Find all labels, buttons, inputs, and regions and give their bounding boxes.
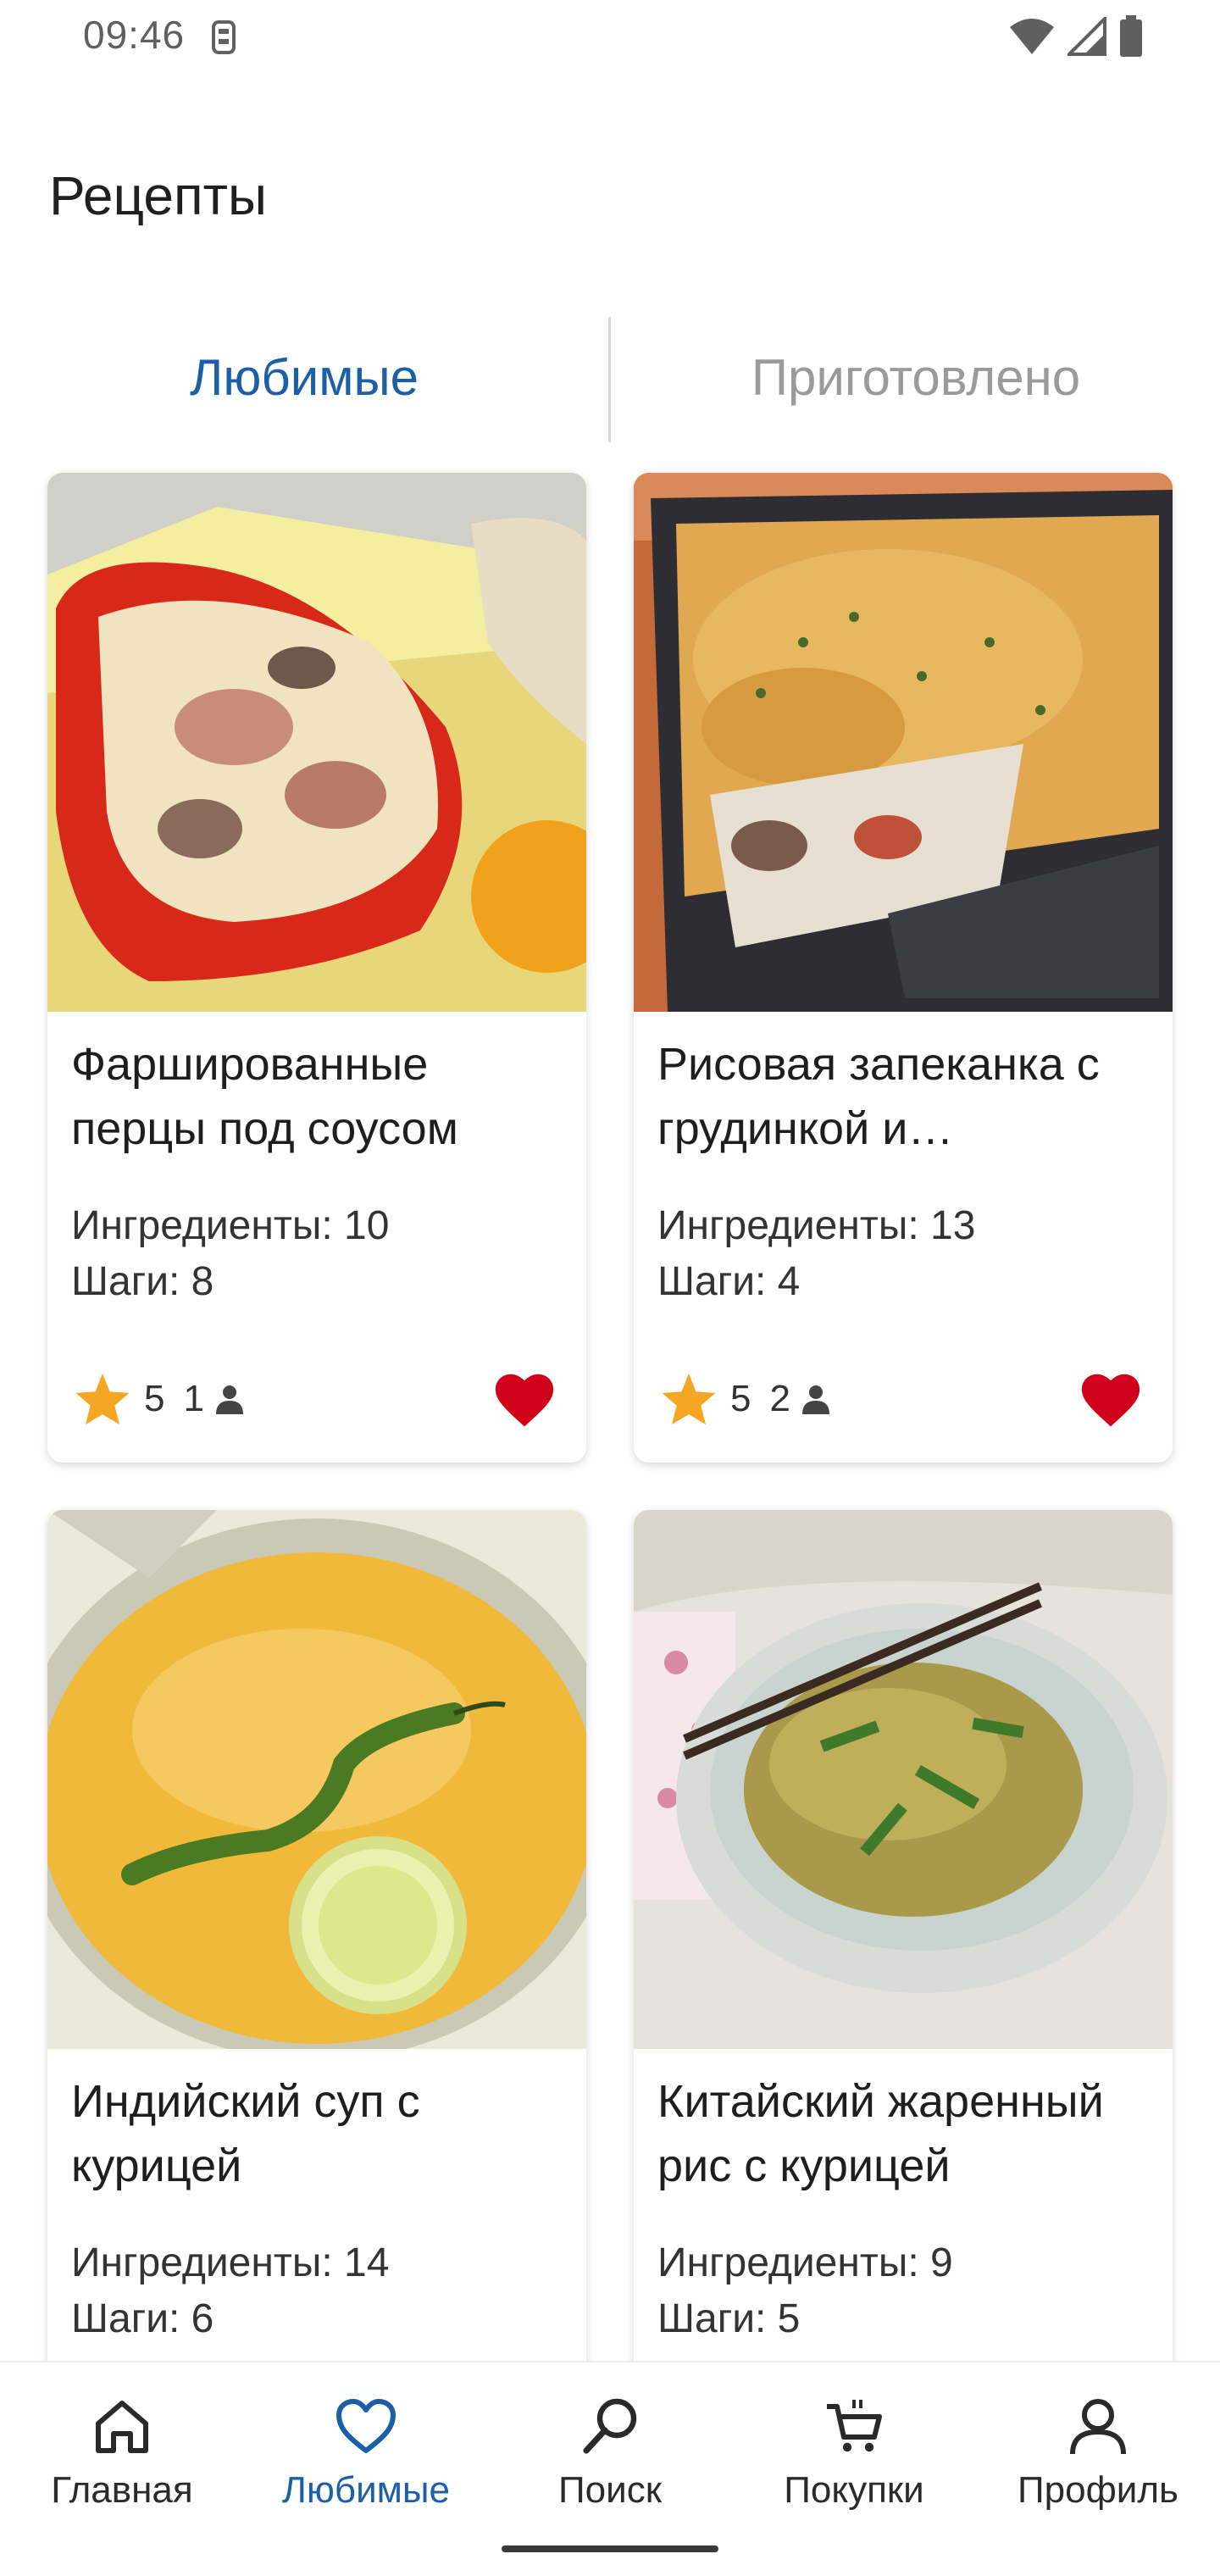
fried-rice-image (634, 1510, 1173, 2049)
recipe-ingredients: Ингредиенты: 13 (657, 1203, 976, 1248)
recipe-image[interactable] (634, 473, 1173, 1012)
signal-icon (1068, 17, 1106, 56)
nav-home[interactable]: Главная (0, 2393, 244, 2512)
favorite-heart-icon[interactable] (1078, 1368, 1144, 1430)
rating-value: 5 (730, 1378, 751, 1419)
wifi-icon (1010, 19, 1054, 54)
indian-soup-image (47, 1510, 586, 2049)
nav-profile[interactable]: Профиль (976, 2393, 1220, 2512)
sim-icon (212, 20, 236, 54)
home-icon (96, 2401, 148, 2453)
recipe-steps: Шаги: 8 (71, 1259, 214, 1304)
recipe-steps: Шаги: 4 (657, 1259, 801, 1304)
status-icons (1008, 15, 1144, 58)
nav-label: Профиль (1018, 2469, 1178, 2511)
stuffed-peppers-image (47, 473, 586, 1012)
search-icon (583, 2398, 637, 2454)
recipe-title: Индийский суп с курицей (71, 2076, 420, 2191)
favorite-heart-icon[interactable] (491, 1368, 557, 1430)
nav-shopping[interactable]: Покупки (732, 2393, 976, 2512)
cooks: 1 (183, 1378, 246, 1420)
nav-label: Главная (51, 2469, 193, 2511)
recipe-title: Китайский жаренный рис с курицей (657, 2076, 1104, 2191)
recipe-ingredients: Ингредиенты: 9 (657, 2240, 953, 2285)
star-icon (75, 1373, 130, 1425)
rating: 5 (659, 1371, 751, 1427)
home-indicator[interactable] (502, 2545, 718, 2552)
nav-favorites[interactable]: Любимые (244, 2393, 488, 2512)
cooks-count: 1 (183, 1378, 204, 1419)
tab-divider (608, 317, 611, 442)
heart-icon (336, 2399, 396, 2453)
recipe-image[interactable] (47, 473, 586, 1012)
recipe-ingredients: Ингредиенты: 10 (71, 1203, 390, 1248)
recipe-card[interactable]: Рисовая запеканка с грудинкой и помидора… (634, 473, 1173, 1463)
bottom-nav: Главная Любимые Поиск Покупки Профиль (0, 2361, 1220, 2576)
recipe-steps: Шаги: 6 (71, 2296, 214, 2341)
recipe-card[interactable]: Индийский суп с курицей Ингредиенты: 14 … (47, 1510, 586, 2500)
nav-label: Поиск (558, 2469, 662, 2511)
recipe-card[interactable]: Китайский жаренный рис с курицей Ингреди… (634, 1510, 1173, 2500)
recipe-ingredients: Ингредиенты: 14 (71, 2240, 390, 2285)
battery-icon (1120, 15, 1142, 57)
rice-casserole-image (634, 473, 1173, 1012)
cart-icon (827, 2400, 882, 2452)
recipe-title: Фаршированные перцы под соусом (71, 1039, 458, 1154)
person-icon (801, 1385, 829, 1414)
nav-label: Покупки (784, 2469, 924, 2511)
recipe-image[interactable] (634, 1510, 1173, 2049)
rating-value: 5 (144, 1378, 165, 1419)
status-bar: 09:46 (0, 0, 1220, 76)
cooks-count: 2 (769, 1378, 790, 1419)
recipe-steps: Шаги: 5 (657, 2296, 801, 2341)
tab-bar: Любимые Приготовлено (0, 314, 1220, 442)
recipe-card[interactable]: Фаршированные перцы под соусом Ингредиен… (47, 473, 586, 1463)
tab-favorites[interactable]: Любимые (0, 314, 608, 441)
status-time: 09:46 (83, 13, 186, 57)
recipe-title: Рисовая запеканка с грудинкой и помидора… (657, 1039, 1100, 1154)
nav-label: Любимые (282, 2469, 450, 2511)
star-icon (662, 1373, 716, 1425)
recipe-image[interactable] (47, 1510, 586, 2049)
person-icon (215, 1385, 243, 1414)
profile-icon (1070, 2399, 1126, 2455)
rating: 5 (73, 1371, 164, 1427)
nav-search[interactable]: Поиск (488, 2393, 732, 2512)
cooks: 2 (769, 1378, 832, 1420)
recipe-footer: 5 2 (659, 1361, 1144, 1437)
page-title: Рецепты (49, 165, 267, 226)
tab-cooked[interactable]: Приготовлено (612, 314, 1220, 441)
recipe-footer: 5 1 (73, 1361, 557, 1437)
